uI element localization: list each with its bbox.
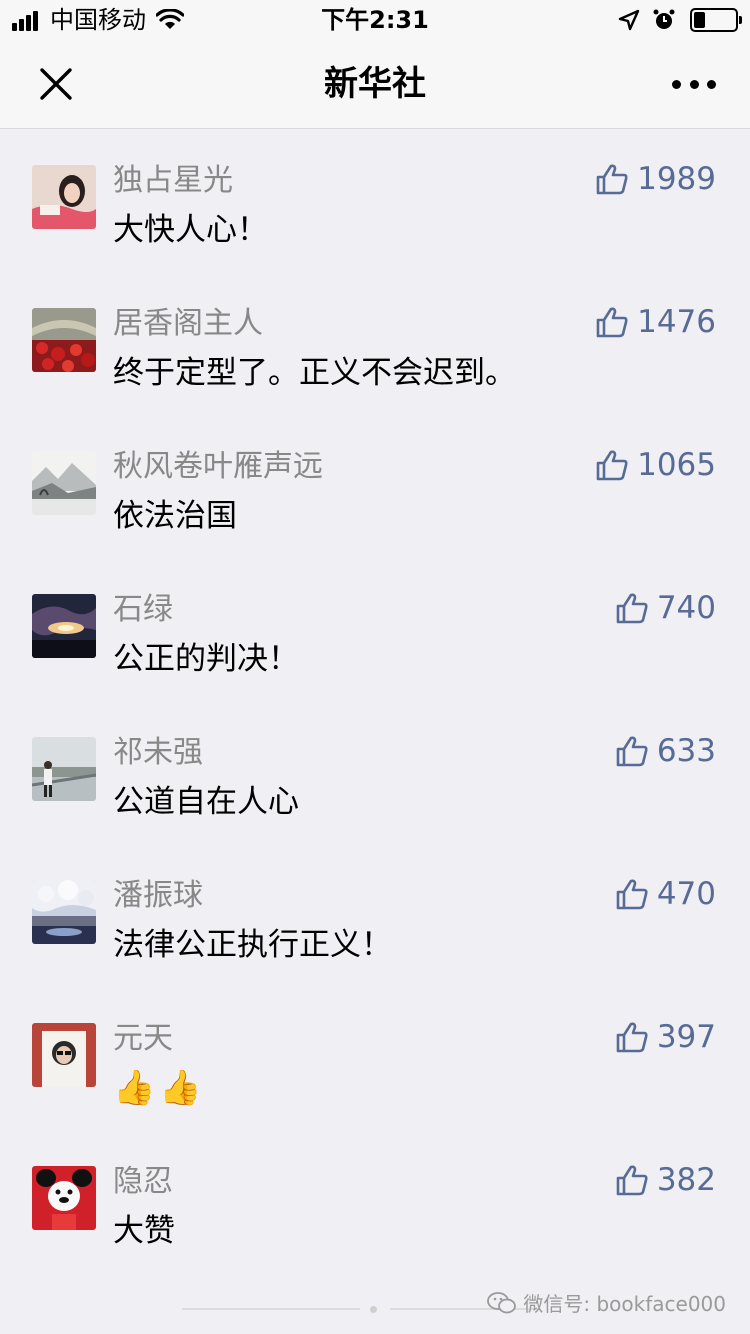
status-bar: 中国移动 下午2:31 xyxy=(0,0,750,40)
comment-item: 隐忍 大赞 382 xyxy=(0,1130,750,1273)
avatar[interactable] xyxy=(32,308,96,372)
comment-text: 大赞 xyxy=(113,1213,175,1249)
like-button[interactable]: 397 xyxy=(615,1015,716,1059)
like-button[interactable]: 382 xyxy=(615,1158,716,1202)
comment-text: 公道自在人心 xyxy=(113,784,299,820)
thumbs-up-icon xyxy=(616,879,648,910)
thumbs-up-icon xyxy=(616,1165,648,1196)
status-right xyxy=(618,6,742,34)
comment-text: 👍👍 xyxy=(113,1068,206,1108)
comment-text: 法律公正执行正义！ xyxy=(113,927,392,963)
like-button[interactable]: 1989 xyxy=(595,157,716,201)
comment-item: 潘振球 法律公正执行正义！ 470 xyxy=(0,844,750,987)
avatar[interactable] xyxy=(32,737,96,801)
comment-nickname[interactable]: 祁未强 xyxy=(113,733,203,773)
comment-text: 终于定型了。正义不会迟到。 xyxy=(113,355,516,391)
comment-item: 居香阁主人 终于定型了。正义不会迟到。 1476 xyxy=(0,272,750,415)
watermark-text: 微信号: bookface000 xyxy=(523,1292,726,1316)
wechat-icon xyxy=(487,1291,517,1313)
like-button[interactable]: 633 xyxy=(615,729,716,773)
like-button[interactable]: 740 xyxy=(615,586,716,630)
battery-icon xyxy=(690,8,742,32)
comment-list: 独占星光 大快人心！ 1989 居香阁主人 终于定型了。正义不会迟到。 1476 xyxy=(0,129,750,1273)
like-button[interactable]: 470 xyxy=(615,872,716,916)
comment-item: 元天 👍👍 397 xyxy=(0,987,750,1130)
avatar[interactable] xyxy=(32,1023,96,1087)
like-count: 1476 xyxy=(637,304,716,340)
thumbs-up-icon xyxy=(596,164,628,195)
comment-item: 秋风卷叶雁声远 依法治国 1065 xyxy=(0,415,750,558)
comment-nickname[interactable]: 石绿 xyxy=(113,590,173,630)
like-count: 1065 xyxy=(637,447,716,483)
watermark: 微信号: bookface000 xyxy=(487,1288,726,1317)
alarm-icon xyxy=(653,9,675,29)
like-count: 470 xyxy=(656,876,716,912)
footer-dot xyxy=(370,1306,377,1313)
comment-text: 大快人心！ xyxy=(113,212,268,248)
like-count: 382 xyxy=(656,1162,716,1198)
thumbs-up-icon xyxy=(596,450,628,481)
more-icon[interactable] xyxy=(672,70,716,98)
thumbs-up-icon xyxy=(616,1022,648,1053)
page-title: 新华社 xyxy=(324,64,426,104)
comment-nickname[interactable]: 秋风卷叶雁声远 xyxy=(113,447,323,487)
avatar[interactable] xyxy=(32,880,96,944)
like-count: 740 xyxy=(656,590,716,626)
comment-nickname[interactable]: 居香阁主人 xyxy=(113,304,263,344)
thumbs-up-icon xyxy=(596,307,628,338)
comment-nickname[interactable]: 独占星光 xyxy=(113,161,233,201)
like-count: 1989 xyxy=(637,161,716,197)
like-count: 633 xyxy=(656,733,716,769)
avatar[interactable] xyxy=(32,594,96,658)
avatar[interactable] xyxy=(32,165,96,229)
comment-nickname[interactable]: 潘振球 xyxy=(113,876,203,916)
like-count: 397 xyxy=(656,1019,716,1055)
comment-text: 公正的判决！ xyxy=(113,641,299,677)
location-icon xyxy=(618,9,640,31)
like-button[interactable]: 1476 xyxy=(595,300,716,344)
comment-item: 石绿 公正的判决！ 740 xyxy=(0,558,750,701)
thumbs-up-icon xyxy=(616,736,648,767)
comment-item: 独占星光 大快人心！ 1989 xyxy=(0,129,750,272)
avatar[interactable] xyxy=(32,451,96,515)
comment-nickname[interactable]: 隐忍 xyxy=(113,1162,173,1202)
comment-nickname[interactable]: 元天 xyxy=(113,1019,173,1059)
nav-bar: 新华社 xyxy=(0,40,750,129)
thumbs-up-icon xyxy=(616,593,648,624)
comment-item: 祁未强 公道自在人心 633 xyxy=(0,701,750,844)
comment-text: 依法治国 xyxy=(113,498,237,534)
avatar[interactable] xyxy=(32,1166,96,1230)
footer-divider-left xyxy=(182,1308,360,1310)
like-button[interactable]: 1065 xyxy=(595,443,716,487)
